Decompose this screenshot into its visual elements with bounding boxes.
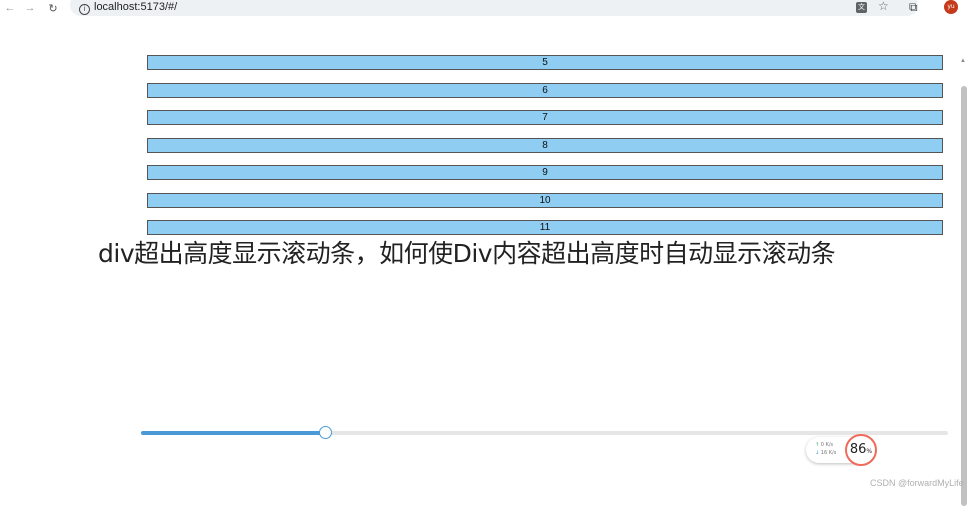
list-item: 9 <box>147 165 943 180</box>
scroll-up-arrow-icon[interactable]: ▲ <box>960 58 966 64</box>
slider-thumb[interactable] <box>319 426 332 439</box>
download-arrow-icon: ↓ <box>815 450 820 456</box>
profile-avatar[interactable]: yu <box>944 0 958 14</box>
list-item: 8 <box>147 138 943 153</box>
upload-unit: K/s <box>825 442 834 448</box>
upload-value: 0 <box>820 442 824 448</box>
memory-usage-gauge[interactable]: 86% <box>845 434 877 466</box>
scroll-list[interactable]: 5 6 7 8 9 10 11 <box>147 55 943 236</box>
bookmark-star-icon[interactable]: ☆ <box>878 0 889 13</box>
site-info-icon[interactable]: i <box>79 4 90 15</box>
slider-fill <box>141 431 325 435</box>
usage-percent: 86% <box>849 442 873 457</box>
reload-icon[interactable]: ↻ <box>45 0 61 16</box>
extensions-icon[interactable]: ⧉ <box>909 0 918 15</box>
url-text[interactable]: localhost:5173/#/ <box>94 1 177 13</box>
download-speed: ↓ 16 K/s <box>815 450 836 457</box>
browser-toolbar: ← → ↻ i localhost:5173/#/ 文 ☆ ⧉ yu <box>0 0 969 18</box>
translate-icon[interactable]: 文 <box>856 2 867 13</box>
watermark: CSDN @forwardMyLife <box>870 478 964 488</box>
download-value: 16 <box>820 450 828 456</box>
scrollbar-thumb[interactable] <box>961 86 967 506</box>
slider-track[interactable] <box>141 426 948 439</box>
upload-arrow-icon: ↑ <box>815 442 820 448</box>
back-arrow-icon[interactable]: ← <box>2 0 18 16</box>
page-scrollbar[interactable]: ▲ <box>958 58 969 506</box>
address-bar[interactable]: i localhost:5173/#/ 文 ☆ <box>70 0 918 16</box>
forward-arrow-icon[interactable]: → <box>22 0 38 16</box>
list-item: 6 <box>147 83 943 98</box>
article-title: div超出高度显示滚动条，如何使Div内容超出高度时自动显示滚动条 <box>98 238 836 270</box>
list-item: 7 <box>147 110 943 125</box>
list-item: 11 <box>147 220 943 235</box>
download-unit: K/s <box>828 450 837 456</box>
upload-speed: ↑ 0 K/s <box>815 442 833 449</box>
list-item: 10 <box>147 193 943 208</box>
list-item: 5 <box>147 55 943 70</box>
network-speed-widget[interactable]: ↑ 0 K/s ↓ 16 K/s 86% <box>806 434 877 466</box>
